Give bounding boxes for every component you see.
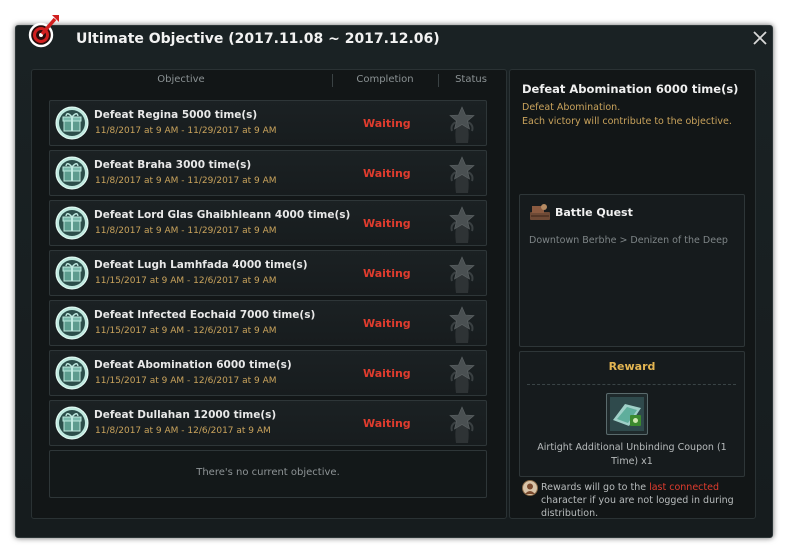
objective-row[interactable]: Defeat Lord Glas Ghaibhleann 4000 time(s… [49,200,487,246]
gift-box-icon [55,156,89,190]
objective-name: Defeat Lugh Lamhfada 4000 time(s) [94,259,308,271]
objective-name: Defeat Dullahan 12000 time(s) [94,409,277,421]
status-star-icon [446,405,478,443]
completion-status: Waiting [363,417,411,430]
reward-note-text: Rewards will go to the [541,482,650,493]
character-portrait-icon [522,480,538,496]
completion-status: Waiting [363,117,411,130]
reward-title: Reward [608,360,656,373]
target-arrow-icon [28,15,59,48]
column-objective: Objective [157,74,205,85]
objective-row[interactable]: Defeat Lugh Lamhfada 4000 time(s) 11/15/2… [49,250,487,296]
completion-status: Waiting [363,317,411,330]
detail-description: Defeat Abomination. Each victory will co… [522,101,732,128]
objective-dates: 11/15/2017 at 9 AM - 12/6/2017 at 9 AM [95,326,277,336]
battle-quest-icon [530,204,550,220]
gift-box-icon [55,306,89,340]
gift-box-icon [55,406,89,440]
reward-note-text: character if you are not logged in durin… [541,495,734,519]
objective-name: Defeat Infected Eochaid 7000 time(s) [94,309,316,321]
unbinding-coupon-icon[interactable] [606,393,648,435]
detail-title: Defeat Abomination 6000 time(s) [522,82,739,96]
column-status: Status [455,74,487,85]
objective-dates: 11/8/2017 at 9 AM - 12/6/2017 at 9 AM [95,426,271,436]
objective-row[interactable]: Defeat Infected Eochaid 7000 time(s) 11/1… [49,300,487,346]
objective-dates: 11/8/2017 at 9 AM - 11/29/2017 at 9 AM [95,226,277,236]
objective-dates: 11/15/2017 at 9 AM - 12/6/2017 at 9 AM [95,376,277,386]
objective-row[interactable]: Defeat Dullahan 12000 time(s) 11/8/2017 a… [49,400,487,446]
gift-box-icon [55,256,89,290]
window-title: Ultimate Objective (2017.11.08 ~ 2017.12… [76,31,440,47]
gift-box-icon [55,206,89,240]
reward-item-name: Airtight Additional Unbinding Coupon (1 … [527,441,737,469]
quest-location: Downtown Berbhe > Denizen of the Deep [529,235,728,246]
empty-message: There's no current objective. [196,467,340,478]
reward-item-line: Time) x1 [611,456,653,467]
reward-note-highlight: last connected [649,482,719,493]
objective-row[interactable]: Defeat Abomination 6000 time(s) 11/15/201… [49,350,487,396]
objective-name: Defeat Abomination 6000 time(s) [94,359,292,371]
objective-dates: 11/8/2017 at 9 AM - 11/29/2017 at 9 AM [95,176,277,186]
detail-desc-line: Defeat Abomination. [522,102,621,113]
completion-status: Waiting [363,367,411,380]
completion-status: Waiting [363,217,411,230]
status-star-icon [446,205,478,243]
reward-note: Rewards will go to the last connected ch… [541,481,749,520]
gift-box-icon [55,356,89,390]
status-star-icon [446,155,478,193]
quest-title: Battle Quest [555,206,633,219]
objective-row[interactable]: Defeat Regina 5000 time(s) 11/8/2017 at 9… [49,100,487,146]
detail-desc-line: Each victory will contribute to the obje… [522,115,732,127]
completion-status: Waiting [363,167,411,180]
reward-item-line: Airtight Additional Unbinding Coupon (1 [537,442,727,453]
objective-name: Defeat Lord Glas Ghaibhleann 4000 time(s… [94,209,351,221]
column-headers: Objective Completion Status [31,69,505,91]
reward-divider [527,384,736,385]
objective-dates: 11/8/2017 at 9 AM - 11/29/2017 at 9 AM [95,126,277,136]
objective-name: Defeat Regina 5000 time(s) [94,109,258,121]
close-icon[interactable] [751,29,769,47]
status-star-icon [446,355,478,393]
completion-status: Waiting [363,267,411,280]
empty-objective-box: There's no current objective. [49,450,487,498]
objective-row[interactable]: Defeat Braha 3000 time(s) 11/8/2017 at 9 … [49,150,487,196]
status-star-icon [446,305,478,343]
objective-dates: 11/15/2017 at 9 AM - 12/6/2017 at 9 AM [95,276,277,286]
objective-name: Defeat Braha 3000 time(s) [94,159,252,171]
gift-box-icon [55,106,89,140]
status-star-icon [446,105,478,143]
column-completion: Completion [356,74,414,85]
status-star-icon [446,255,478,293]
